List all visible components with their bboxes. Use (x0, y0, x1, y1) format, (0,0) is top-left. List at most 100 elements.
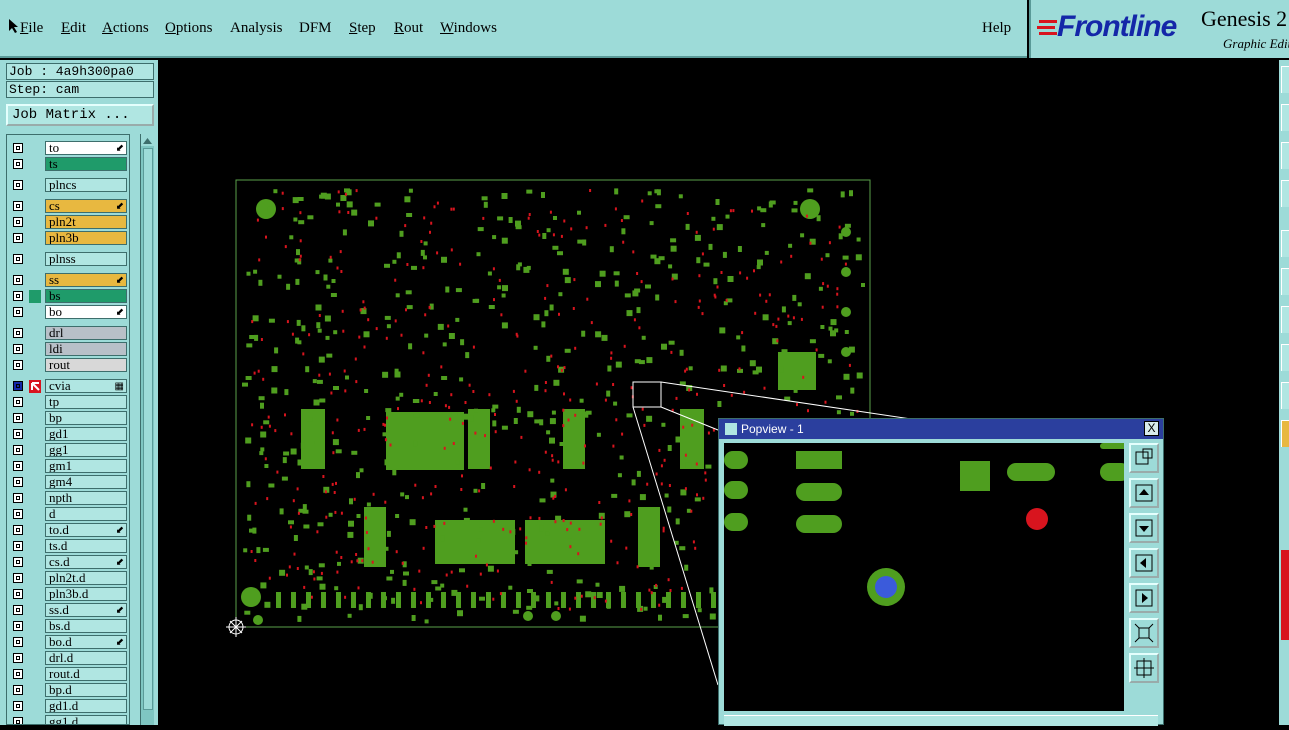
toolbar-button[interactable] (1281, 180, 1289, 207)
job-matrix-button[interactable]: Job Matrix ... (6, 104, 154, 126)
toolbar-button[interactable] (1281, 104, 1289, 131)
layer-checkbox[interactable] (13, 360, 23, 370)
layer-checkbox[interactable] (13, 307, 23, 317)
layer-checkbox[interactable] (13, 217, 23, 227)
layer-name[interactable]: tp (45, 395, 127, 409)
layer-name[interactable]: bo.d ⬋ (45, 635, 127, 649)
layer-row-bp[interactable]: bp (11, 411, 127, 426)
layer-row-ts[interactable]: ts (11, 157, 127, 172)
layer-checkbox[interactable] (13, 653, 23, 663)
layer-name[interactable]: npth (45, 491, 127, 505)
menu-help[interactable]: Help (982, 20, 1011, 37)
toolbar-button[interactable] (1281, 142, 1289, 169)
popview-canvas[interactable] (724, 443, 1130, 711)
toolbar-button[interactable] (1281, 66, 1289, 93)
layer-row-plncs[interactable]: plncs (11, 178, 127, 193)
layer-row-bs-d[interactable]: bs.d (11, 619, 127, 634)
layer-row-gm4[interactable]: gm4 (11, 475, 127, 490)
layer-name[interactable]: pln2t (45, 215, 127, 229)
menu-actions[interactable]: Actions (102, 20, 149, 37)
layer-name[interactable]: plnss (45, 252, 127, 266)
layer-checkbox[interactable] (13, 344, 23, 354)
layer-row-ss[interactable]: ss ⬋ (11, 273, 127, 288)
layer-row-gd1-d[interactable]: gd1.d (11, 699, 127, 714)
layer-name[interactable]: ss.d ⬋ (45, 603, 127, 617)
layer-row-cvia[interactable]: cvia ▦ (11, 379, 127, 394)
layer-row-cs-d[interactable]: cs.d ⬋ (11, 555, 127, 570)
layer-checkbox[interactable] (13, 493, 23, 503)
layer-row-bp-d[interactable]: bp.d (11, 683, 127, 698)
layer-name[interactable]: bs.d (45, 619, 127, 633)
layer-checkbox[interactable] (13, 589, 23, 599)
layer-name[interactable]: gg1.d (45, 715, 127, 724)
layer-row-ldi[interactable]: ldi (11, 342, 127, 357)
layer-row-pln3b[interactable]: pln3b (11, 231, 127, 246)
layer-checkbox[interactable] (13, 180, 23, 190)
layer-name[interactable]: pln3b (45, 231, 127, 245)
layer-checkbox[interactable] (13, 381, 23, 391)
layer-row-bs[interactable]: bs (11, 289, 127, 304)
layer-row-tp[interactable]: tp (11, 395, 127, 410)
layer-list-scrollbar[interactable] (140, 134, 154, 725)
pan-right-button[interactable] (1129, 583, 1159, 613)
layer-name[interactable]: cs ⬋ (45, 199, 127, 213)
layer-row-gm1[interactable]: gm1 (11, 459, 127, 474)
layer-checkbox[interactable] (13, 429, 23, 439)
layer-name[interactable]: gd1.d (45, 699, 127, 713)
layer-name[interactable]: to.d ⬋ (45, 523, 127, 537)
layer-name[interactable]: rout.d (45, 667, 127, 681)
layer-checkbox[interactable] (13, 291, 23, 301)
layer-checkbox[interactable] (13, 541, 23, 551)
layer-checkbox[interactable] (13, 701, 23, 711)
layer-name[interactable]: ss ⬋ (45, 273, 127, 287)
layer-checkbox[interactable] (13, 413, 23, 423)
layer-row-rout-d[interactable]: rout.d (11, 667, 127, 682)
layer-checkbox[interactable] (13, 445, 23, 455)
layer-checkbox[interactable] (13, 254, 23, 264)
layer-row-ss-d[interactable]: ss.d ⬋ (11, 603, 127, 618)
layer-name[interactable]: ldi (45, 342, 127, 356)
toolbar-button[interactable] (1281, 344, 1289, 371)
layer-checkbox[interactable] (13, 397, 23, 407)
menu-rout[interactable]: Rout (394, 20, 423, 37)
affected-layer-icon[interactable] (29, 380, 41, 393)
layer-checkbox[interactable] (13, 557, 23, 567)
layer-name[interactable]: d (45, 507, 127, 521)
layer-row-ts-d[interactable]: ts.d (11, 539, 127, 554)
layer-name[interactable]: gg1 (45, 443, 127, 457)
layer-row-pln3b-d[interactable]: pln3b.d (11, 587, 127, 602)
toolbar-button[interactable] (1281, 230, 1289, 257)
layer-name[interactable]: pln2t.d (45, 571, 127, 585)
close-button[interactable]: X (1144, 421, 1159, 436)
layer-row-bo-d[interactable]: bo.d ⬋ (11, 635, 127, 650)
layer-name[interactable]: gm1 (45, 459, 127, 473)
layer-name[interactable]: plncs (45, 178, 127, 192)
layer-checkbox[interactable] (13, 621, 23, 631)
layer-checkbox[interactable] (13, 328, 23, 338)
layer-row-to[interactable]: to ⬋ (11, 141, 127, 156)
popview-titlebar[interactable]: Popview - 1 X (719, 419, 1163, 439)
layer-row-d[interactable]: d (11, 507, 127, 522)
layer-checkbox[interactable] (13, 477, 23, 487)
layer-name[interactable]: to ⬋ (45, 141, 127, 155)
menu-options[interactable]: Options (165, 20, 213, 37)
layer-row-to-d[interactable]: to.d ⬋ (11, 523, 127, 538)
pan-up-button[interactable] (1129, 478, 1159, 508)
layer-row-drl[interactable]: drl (11, 326, 127, 341)
menu-file[interactable]: File (20, 20, 43, 37)
layer-checkbox[interactable] (13, 143, 23, 153)
menu-windows[interactable]: Windows (440, 20, 497, 37)
layer-checkbox[interactable] (13, 573, 23, 583)
menu-edit[interactable]: Edit (61, 20, 86, 37)
menu-step[interactable]: Step (349, 20, 376, 37)
layer-name[interactable]: gm4 (45, 475, 127, 489)
layer-name[interactable]: pln3b.d (45, 587, 127, 601)
layer-row-pln2t-d[interactable]: pln2t.d (11, 571, 127, 586)
layer-name[interactable]: cs.d ⬋ (45, 555, 127, 569)
layer-name[interactable]: bo ⬋ (45, 305, 127, 319)
layer-row-pln2t[interactable]: pln2t (11, 215, 127, 230)
toolbar-button[interactable] (1281, 382, 1289, 409)
layer-name[interactable]: ts (45, 157, 127, 171)
layer-name[interactable]: drl (45, 326, 127, 340)
zoom-window-button[interactable] (1129, 443, 1159, 473)
